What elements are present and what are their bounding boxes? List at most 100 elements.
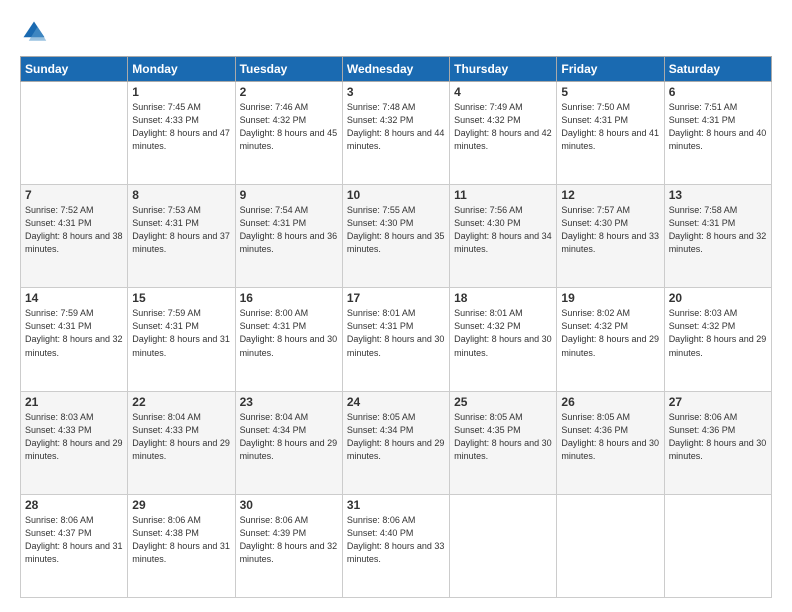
calendar-cell: 3 Sunrise: 7:48 AMSunset: 4:32 PMDaylight… (342, 82, 449, 185)
day-info: Sunrise: 8:03 AMSunset: 4:32 PMDaylight:… (669, 307, 767, 359)
day-info: Sunrise: 7:46 AMSunset: 4:32 PMDaylight:… (240, 101, 338, 153)
calendar-cell: 7Sunrise: 7:52 AMSunset: 4:31 PMDaylight… (21, 185, 128, 288)
day-info: Sunrise: 7:52 AMSunset: 4:31 PMDaylight:… (25, 204, 123, 256)
day-number: 30 (240, 498, 338, 512)
day-info: Sunrise: 8:06 AMSunset: 4:37 PMDaylight:… (25, 514, 123, 566)
calendar-cell: 26 Sunrise: 8:05 AMSunset: 4:36 PMDayligh… (557, 391, 664, 494)
day-number: 22 (132, 395, 230, 409)
day-number: 4 (454, 85, 552, 99)
calendar-cell: 15Sunrise: 7:59 AMSunset: 4:31 PMDayligh… (128, 288, 235, 391)
calendar-cell: 13 Sunrise: 7:58 AMSunset: 4:31 PMDayligh… (664, 185, 771, 288)
calendar-cell: 12 Sunrise: 7:57 AMSunset: 4:30 PMDayligh… (557, 185, 664, 288)
calendar-cell: 21Sunrise: 8:03 AMSunset: 4:33 PMDayligh… (21, 391, 128, 494)
weekday-header-friday: Friday (557, 57, 664, 82)
calendar-cell: 17 Sunrise: 8:01 AMSunset: 4:31 PMDayligh… (342, 288, 449, 391)
calendar-cell: 11 Sunrise: 7:56 AMSunset: 4:30 PMDayligh… (450, 185, 557, 288)
day-info: Sunrise: 8:06 AMSunset: 4:38 PMDaylight:… (132, 514, 230, 566)
day-info: Sunrise: 8:05 AMSunset: 4:36 PMDaylight:… (561, 411, 659, 463)
day-info: Sunrise: 7:59 AMSunset: 4:31 PMDaylight:… (25, 307, 123, 359)
day-info: Sunrise: 8:05 AMSunset: 4:35 PMDaylight:… (454, 411, 552, 463)
logo-icon (20, 18, 48, 46)
calendar-week-2: 7Sunrise: 7:52 AMSunset: 4:31 PMDaylight… (21, 185, 772, 288)
day-number: 6 (669, 85, 767, 99)
day-info: Sunrise: 7:50 AMSunset: 4:31 PMDaylight:… (561, 101, 659, 153)
day-number: 2 (240, 85, 338, 99)
calendar-week-1: 1 Sunrise: 7:45 AMSunset: 4:33 PMDaylight… (21, 82, 772, 185)
calendar-cell: 10 Sunrise: 7:55 AMSunset: 4:30 PMDayligh… (342, 185, 449, 288)
calendar-cell: 20 Sunrise: 8:03 AMSunset: 4:32 PMDayligh… (664, 288, 771, 391)
day-info: Sunrise: 8:03 AMSunset: 4:33 PMDaylight:… (25, 411, 123, 463)
calendar-cell: 1 Sunrise: 7:45 AMSunset: 4:33 PMDaylight… (128, 82, 235, 185)
calendar-cell (21, 82, 128, 185)
day-number: 29 (132, 498, 230, 512)
weekday-header-tuesday: Tuesday (235, 57, 342, 82)
calendar-cell: 6 Sunrise: 7:51 AMSunset: 4:31 PMDaylight… (664, 82, 771, 185)
day-number: 8 (132, 188, 230, 202)
header (20, 18, 772, 46)
day-number: 17 (347, 291, 445, 305)
calendar-cell: 18Sunrise: 8:01 AMSunset: 4:32 PMDayligh… (450, 288, 557, 391)
day-number: 26 (561, 395, 659, 409)
day-info: Sunrise: 8:04 AMSunset: 4:33 PMDaylight:… (132, 411, 230, 463)
calendar-cell: 31Sunrise: 8:06 AMSunset: 4:40 PMDayligh… (342, 494, 449, 597)
calendar-cell: 5Sunrise: 7:50 AMSunset: 4:31 PMDaylight… (557, 82, 664, 185)
calendar-cell (450, 494, 557, 597)
day-info: Sunrise: 7:53 AMSunset: 4:31 PMDaylight:… (132, 204, 230, 256)
day-info: Sunrise: 8:06 AMSunset: 4:39 PMDaylight:… (240, 514, 338, 566)
day-info: Sunrise: 7:51 AMSunset: 4:31 PMDaylight:… (669, 101, 767, 153)
calendar-cell: 24Sunrise: 8:05 AMSunset: 4:34 PMDayligh… (342, 391, 449, 494)
day-info: Sunrise: 7:45 AMSunset: 4:33 PMDaylight:… (132, 101, 230, 153)
day-info: Sunrise: 8:02 AMSunset: 4:32 PMDaylight:… (561, 307, 659, 359)
weekday-header-saturday: Saturday (664, 57, 771, 82)
calendar-table: SundayMondayTuesdayWednesdayThursdayFrid… (20, 56, 772, 598)
day-number: 3 (347, 85, 445, 99)
calendar-cell: 25Sunrise: 8:05 AMSunset: 4:35 PMDayligh… (450, 391, 557, 494)
day-number: 28 (25, 498, 123, 512)
day-info: Sunrise: 7:58 AMSunset: 4:31 PMDaylight:… (669, 204, 767, 256)
day-number: 13 (669, 188, 767, 202)
day-info: Sunrise: 7:55 AMSunset: 4:30 PMDaylight:… (347, 204, 445, 256)
weekday-header-monday: Monday (128, 57, 235, 82)
day-number: 27 (669, 395, 767, 409)
day-number: 1 (132, 85, 230, 99)
calendar-cell: 2 Sunrise: 7:46 AMSunset: 4:32 PMDaylight… (235, 82, 342, 185)
calendar-cell: 29 Sunrise: 8:06 AMSunset: 4:38 PMDayligh… (128, 494, 235, 597)
calendar-week-4: 21Sunrise: 8:03 AMSunset: 4:33 PMDayligh… (21, 391, 772, 494)
calendar-cell: 16 Sunrise: 8:00 AMSunset: 4:31 PMDayligh… (235, 288, 342, 391)
day-info: Sunrise: 7:57 AMSunset: 4:30 PMDaylight:… (561, 204, 659, 256)
day-number: 14 (25, 291, 123, 305)
weekday-header-sunday: Sunday (21, 57, 128, 82)
day-info: Sunrise: 8:06 AMSunset: 4:40 PMDaylight:… (347, 514, 445, 566)
day-number: 9 (240, 188, 338, 202)
calendar-week-3: 14 Sunrise: 7:59 AMSunset: 4:31 PMDayligh… (21, 288, 772, 391)
day-number: 12 (561, 188, 659, 202)
day-number: 10 (347, 188, 445, 202)
day-info: Sunrise: 8:01 AMSunset: 4:31 PMDaylight:… (347, 307, 445, 359)
weekday-header-thursday: Thursday (450, 57, 557, 82)
day-info: Sunrise: 8:04 AMSunset: 4:34 PMDaylight:… (240, 411, 338, 463)
day-number: 23 (240, 395, 338, 409)
day-info: Sunrise: 8:01 AMSunset: 4:32 PMDaylight:… (454, 307, 552, 359)
day-info: Sunrise: 7:54 AMSunset: 4:31 PMDaylight:… (240, 204, 338, 256)
day-number: 16 (240, 291, 338, 305)
calendar-cell: 22 Sunrise: 8:04 AMSunset: 4:33 PMDayligh… (128, 391, 235, 494)
day-info: Sunrise: 8:05 AMSunset: 4:34 PMDaylight:… (347, 411, 445, 463)
page: SundayMondayTuesdayWednesdayThursdayFrid… (0, 0, 792, 612)
calendar-cell: 8 Sunrise: 7:53 AMSunset: 4:31 PMDaylight… (128, 185, 235, 288)
calendar-cell: 27Sunrise: 8:06 AMSunset: 4:36 PMDayligh… (664, 391, 771, 494)
calendar-cell: 14 Sunrise: 7:59 AMSunset: 4:31 PMDayligh… (21, 288, 128, 391)
calendar-cell: 19Sunrise: 8:02 AMSunset: 4:32 PMDayligh… (557, 288, 664, 391)
calendar-cell: 28 Sunrise: 8:06 AMSunset: 4:37 PMDayligh… (21, 494, 128, 597)
day-number: 11 (454, 188, 552, 202)
day-info: Sunrise: 7:56 AMSunset: 4:30 PMDaylight:… (454, 204, 552, 256)
calendar-cell: 4 Sunrise: 7:49 AMSunset: 4:32 PMDaylight… (450, 82, 557, 185)
day-number: 20 (669, 291, 767, 305)
calendar-cell: 9 Sunrise: 7:54 AMSunset: 4:31 PMDaylight… (235, 185, 342, 288)
day-info: Sunrise: 7:59 AMSunset: 4:31 PMDaylight:… (132, 307, 230, 359)
weekday-header-row: SundayMondayTuesdayWednesdayThursdayFrid… (21, 57, 772, 82)
calendar-cell (664, 494, 771, 597)
logo (20, 18, 52, 46)
day-info: Sunrise: 8:00 AMSunset: 4:31 PMDaylight:… (240, 307, 338, 359)
day-info: Sunrise: 7:49 AMSunset: 4:32 PMDaylight:… (454, 101, 552, 153)
day-info: Sunrise: 7:48 AMSunset: 4:32 PMDaylight:… (347, 101, 445, 153)
